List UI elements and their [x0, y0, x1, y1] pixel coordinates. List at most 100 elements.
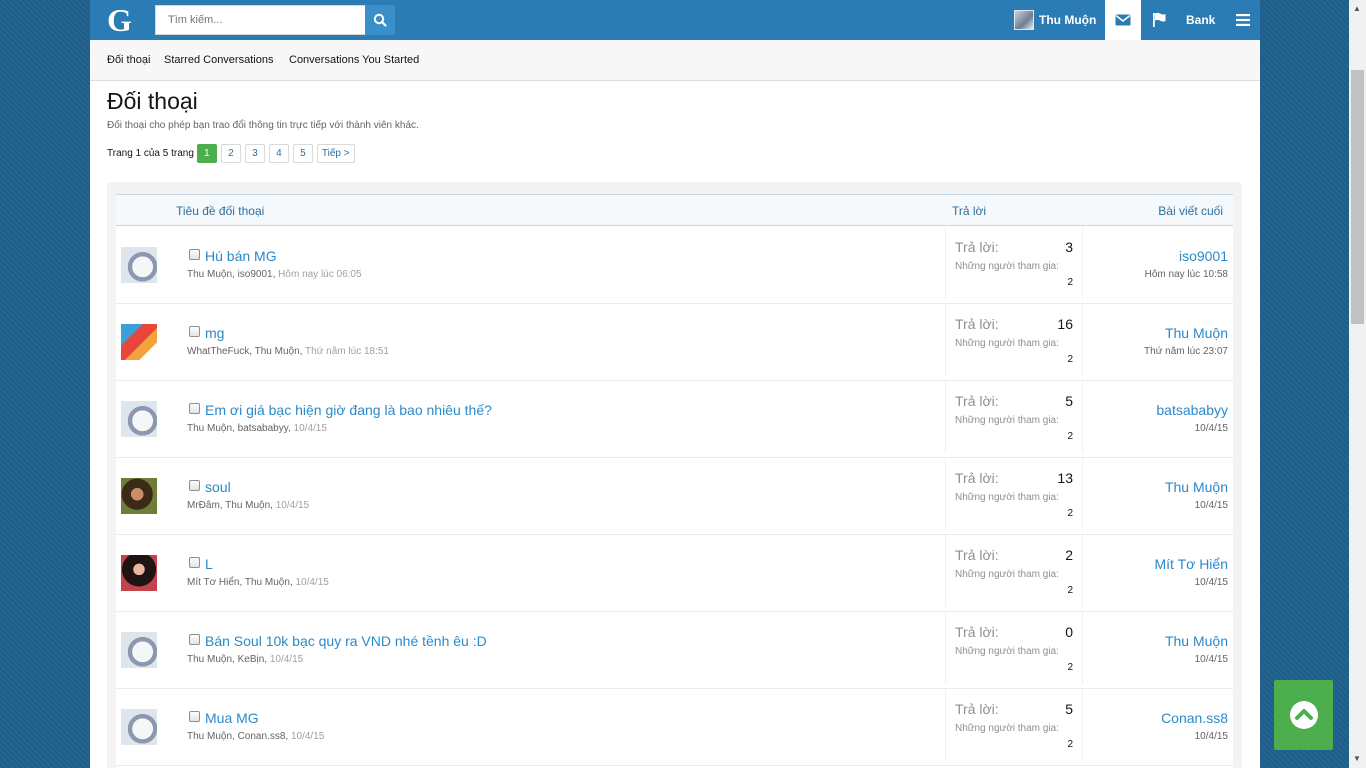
row-checkbox[interactable] [189, 711, 200, 722]
avatar[interactable] [121, 324, 157, 360]
conversation-stats: Trả lời: 2 Những người tham gia: 2 [945, 535, 1083, 607]
last-post-user[interactable]: iso9001 [1179, 248, 1228, 264]
page-link-2[interactable]: 2 [220, 144, 241, 163]
conversation-title[interactable]: Bán Soul 10k bạc quy ra VND nhé tềnh êu … [205, 633, 487, 649]
participants-label: Những người tham gia: [955, 261, 1059, 272]
avatar[interactable] [121, 632, 157, 668]
last-post-user[interactable]: batsababyy [1156, 402, 1228, 418]
alerts-tab[interactable] [1146, 0, 1172, 40]
conversation-meta: MrĐâm, Thu Muộn, 10/4/15 [187, 500, 309, 511]
participants-label: Những người tham gia: [955, 338, 1059, 349]
participants: Thu Muộn, iso9001, [187, 269, 276, 280]
participants: Thu Muộn, Conan.ss8, [187, 731, 289, 742]
header-last-post-column[interactable]: Bài viết cuối [1158, 204, 1223, 218]
conversation-date: Hôm nay lúc 06:05 [278, 269, 362, 280]
conversation-title[interactable]: soul [205, 479, 231, 495]
row-checkbox[interactable] [189, 634, 200, 645]
avatar[interactable] [121, 478, 157, 514]
last-post-user[interactable]: Mít Tơ Hiển [1155, 556, 1229, 572]
page-link-4[interactable]: 4 [268, 144, 289, 163]
next-page-link[interactable]: Tiếp > [316, 144, 355, 163]
last-post-date: 10/4/15 [1194, 731, 1228, 742]
last-post-user[interactable]: Thu Muộn [1165, 325, 1228, 341]
page-link-5[interactable]: 5 [292, 144, 313, 163]
replies-label: Trả lời: [955, 470, 999, 486]
user-menu[interactable]: Thu Muộn [1014, 0, 1096, 40]
replies-label: Trả lời: [955, 316, 999, 332]
conversation-stats: Trả lời: 0 Những người tham gia: 2 [945, 612, 1083, 684]
replies-count: 5 [1065, 701, 1073, 717]
subnav-started[interactable]: Conversations You Started [289, 54, 419, 66]
avatar[interactable] [121, 401, 157, 437]
row-checkbox[interactable] [189, 480, 200, 491]
participants-label: Những người tham gia: [955, 646, 1059, 657]
search-icon [373, 13, 387, 27]
replies-count: 16 [1057, 316, 1073, 332]
last-post-user[interactable]: Thu Muộn [1165, 479, 1228, 495]
conversation-title[interactable]: L [205, 556, 213, 572]
row-checkbox[interactable] [189, 326, 200, 337]
replies-label: Trả lời: [955, 624, 999, 640]
header-title-column[interactable]: Tiêu đề đối thoại [176, 204, 264, 218]
scrollbar-thumb[interactable] [1351, 70, 1364, 324]
last-post-user[interactable]: Thu Muộn [1165, 633, 1228, 649]
row-checkbox[interactable] [189, 557, 200, 568]
conversation-stats: Trả lời: 5 Những người tham gia: 2 [945, 381, 1083, 453]
flag-icon [1153, 12, 1166, 27]
participants: MrĐâm, Thu Muộn, [187, 500, 273, 511]
conversation-meta: WhatTheFuck, Thu Muộn, Thứ năm lúc 18:51 [187, 346, 389, 357]
avatar[interactable] [121, 555, 157, 591]
participants: Mít Tơ Hiển, Thu Muộn, [187, 577, 293, 588]
conversation-date: 10/4/15 [295, 577, 329, 588]
conversation-date: 10/4/15 [290, 731, 325, 742]
conversation-meta: Thu Muộn, batsababyy, 10/4/15 [187, 423, 327, 434]
conversation-stats: Trả lời: 16 Những người tham gia: 2 [945, 304, 1083, 376]
search-input[interactable] [155, 5, 365, 35]
subnav-conversations[interactable]: Đối thoại [107, 54, 150, 66]
conversation-meta: Thu Muộn, iso9001, Hôm nay lúc 06:05 [187, 269, 362, 280]
conversation-meta: Thu Muộn, KeBịn, 10/4/15 [187, 654, 303, 665]
scroll-down-arrow-icon[interactable]: ▼ [1353, 754, 1361, 763]
page-link-1[interactable]: 1 [196, 144, 217, 163]
conversation-title[interactable]: Mua MG [205, 710, 259, 726]
participants-label: Những người tham gia: [955, 492, 1059, 503]
replies-label: Trả lời: [955, 701, 999, 717]
search-button[interactable] [365, 5, 395, 35]
subnav-starred[interactable]: Starred Conversations [164, 54, 273, 66]
menu-toggle[interactable] [1230, 0, 1256, 40]
participants: WhatTheFuck, Thu Muộn, [187, 346, 303, 357]
page-container: G Thu Muộn Bank [90, 0, 1260, 768]
conversation-row: mg WhatTheFuck, Thu Muộn, Thứ năm lúc 18… [116, 304, 1233, 381]
scroll-to-top-button[interactable] [1274, 680, 1333, 750]
row-checkbox[interactable] [189, 403, 200, 414]
chevron-up-icon [1289, 701, 1318, 729]
conversation-date: Thứ năm lúc 18:51 [305, 346, 389, 357]
last-post-date: 10/4/15 [1194, 654, 1228, 665]
conversation-row: soul MrĐâm, Thu Muộn, 10/4/15 Trả lời: 1… [116, 458, 1233, 535]
header-replies-column[interactable]: Trả lời [952, 204, 986, 218]
bank-link[interactable]: Bank [1186, 0, 1215, 40]
conversation-title[interactable]: mg [205, 325, 224, 341]
last-post-date: Thứ năm lúc 23:07 [1144, 346, 1228, 357]
participants-count: 2 [1067, 508, 1073, 519]
participants: Thu Muộn, KeBịn, [187, 654, 268, 665]
conversation-title[interactable]: Em ơi giá bạc hiện giờ đang là bao nhiêu… [205, 402, 492, 418]
scroll-up-arrow-icon[interactable]: ▲ [1353, 4, 1361, 13]
participants-count: 2 [1067, 354, 1073, 365]
conversations-tab[interactable] [1105, 0, 1141, 40]
site-logo[interactable]: G [107, 3, 137, 37]
conversation-title[interactable]: Hú bán MG [205, 248, 277, 264]
page-link-3[interactable]: 3 [244, 144, 265, 163]
replies-label: Trả lời: [955, 239, 999, 255]
replies-count: 3 [1065, 239, 1073, 255]
scrollbar[interactable]: ▲ ▼ [1349, 0, 1366, 768]
avatar[interactable] [121, 709, 157, 745]
page-title: Đối thoại [107, 88, 198, 114]
last-post-user[interactable]: Conan.ss8 [1161, 710, 1228, 726]
replies-count: 2 [1065, 547, 1073, 563]
avatar[interactable] [121, 247, 157, 283]
row-checkbox[interactable] [189, 249, 200, 260]
list-header: Tiêu đề đối thoại Trả lời Bài viết cuối [116, 194, 1233, 226]
conversation-date: 10/4/15 [269, 654, 304, 665]
conversation-meta: Mít Tơ Hiển, Thu Muộn, 10/4/15 [187, 577, 329, 588]
